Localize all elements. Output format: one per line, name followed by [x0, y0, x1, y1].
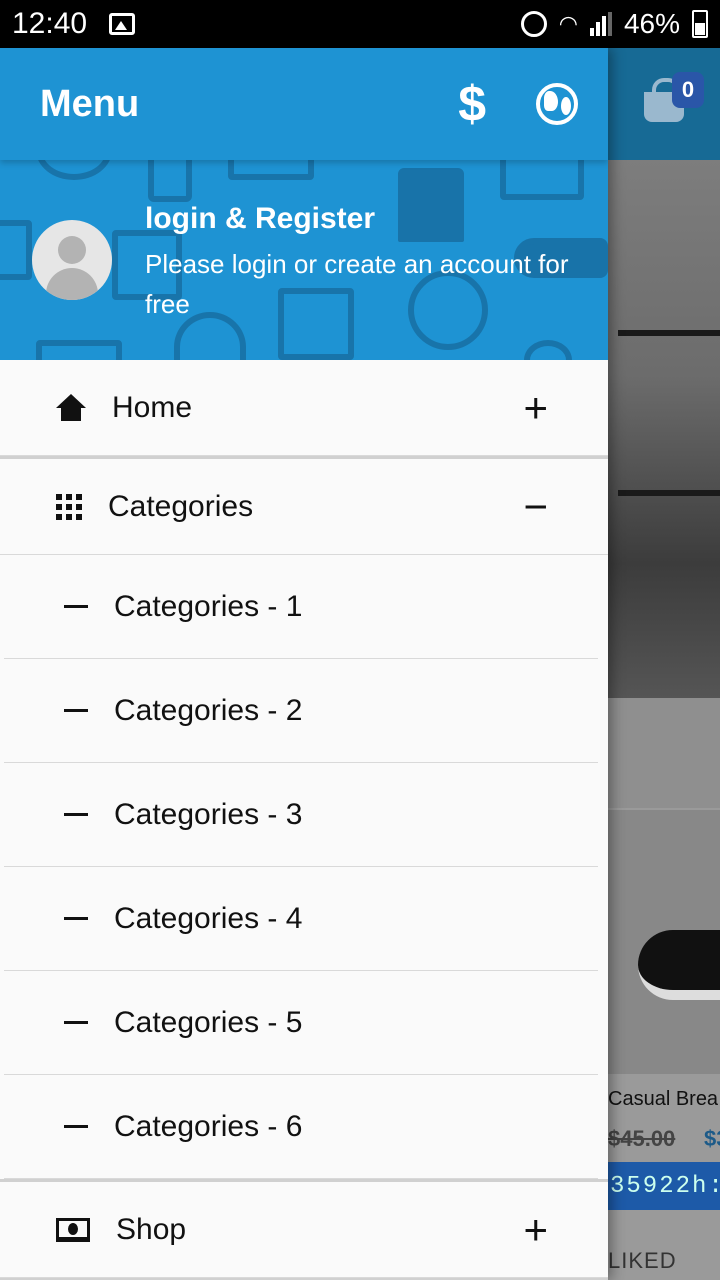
- gallery-notification-icon: [109, 13, 136, 35]
- battery-percent: 46%: [623, 8, 680, 39]
- status-bar: 12:40 ◠ 46%: [0, 0, 720, 48]
- submenu-item-categories-6[interactable]: Categories - 6: [4, 1075, 598, 1179]
- grid-icon: [56, 493, 82, 520]
- menu-item-shop[interactable]: Shop +: [0, 1182, 608, 1278]
- pattern-card-icon: [36, 340, 122, 360]
- submenu-item-label: Categories - 5: [114, 1005, 303, 1039]
- home-icon: [56, 393, 86, 422]
- submenu-item-categories-5[interactable]: Categories - 5: [4, 971, 598, 1075]
- menu-item-label: Categories: [108, 489, 254, 523]
- submenu-item-label: Categories - 4: [114, 901, 303, 935]
- signal-icon: [589, 12, 612, 36]
- section-divider: [608, 698, 720, 808]
- drawer-title: Menu: [40, 82, 140, 125]
- product-new-price: $3: [704, 1126, 720, 1151]
- shoe-image: [638, 930, 720, 1000]
- login-subtitle: Please login or create an account for fr…: [145, 249, 569, 319]
- cart-badge: 0: [672, 72, 704, 108]
- background-app-bar: 0: [608, 48, 720, 160]
- submenu-item-categories-3[interactable]: Categories - 3: [4, 763, 598, 867]
- menu-item-categories[interactable]: Categories −: [0, 459, 608, 555]
- submenu-item-label: Categories - 2: [114, 693, 303, 727]
- countdown-timer: 35922h:: [608, 1162, 720, 1210]
- submenu-item-categories-1[interactable]: Categories - 1: [4, 555, 598, 659]
- dash-icon: [64, 1021, 88, 1024]
- submenu-item-label: Categories - 6: [114, 1109, 303, 1143]
- dash-icon: [64, 813, 88, 816]
- status-time: 12:40: [12, 7, 88, 40]
- battery-icon: [692, 10, 708, 38]
- dash-icon: [64, 1125, 88, 1128]
- submenu-item-label: Categories - 3: [114, 797, 303, 831]
- collapse-icon[interactable]: −: [523, 485, 548, 528]
- liked-section-label: LIKED: [608, 1248, 677, 1273]
- pattern-globe-icon: [36, 160, 112, 180]
- product-title: Casual Brea: [608, 1088, 719, 1110]
- pattern-phone-icon: [148, 160, 192, 202]
- menu-item-label: Home: [112, 390, 193, 424]
- avatar[interactable]: [32, 220, 112, 300]
- expand-icon[interactable]: +: [523, 386, 548, 429]
- globe-icon[interactable]: [536, 83, 578, 125]
- dash-icon: [64, 917, 88, 920]
- wifi-icon: ◠: [558, 11, 578, 36]
- submenu-item-categories-2[interactable]: Categories - 2: [4, 659, 598, 763]
- dash-icon: [64, 605, 88, 608]
- expand-icon[interactable]: +: [523, 1208, 548, 1251]
- navigation-drawer: Menu $ login & Register Please login or …: [0, 48, 608, 1280]
- login-register-title[interactable]: login & Register: [145, 202, 375, 236]
- banner-image: [608, 160, 720, 698]
- menu-item-label: Shop: [116, 1212, 187, 1246]
- submenu-item-categories-4[interactable]: Categories - 4: [4, 867, 598, 971]
- submenu-item-label: Categories - 1: [114, 589, 303, 623]
- drawer-app-bar: Menu $: [0, 48, 608, 160]
- pattern-scarf-icon: [524, 340, 572, 360]
- pattern-laptop-icon: [228, 160, 314, 180]
- alarm-icon: [520, 11, 547, 37]
- dollar-icon[interactable]: $: [458, 75, 486, 133]
- pattern-monitor-icon: [500, 160, 584, 200]
- background-app: 0 Casual Brea $45.00 $3 35922h: LIKED: [608, 48, 720, 1280]
- drawer-header[interactable]: login & Register Please login or create …: [0, 160, 608, 360]
- pattern-book-icon: [0, 220, 32, 280]
- menu-item-home[interactable]: Home +: [0, 360, 608, 456]
- pattern-shirt-icon: [398, 168, 464, 242]
- money-icon: [56, 1217, 90, 1242]
- dash-icon: [64, 709, 88, 712]
- product-image[interactable]: [608, 810, 720, 1074]
- product-old-price: $45.00: [608, 1126, 676, 1151]
